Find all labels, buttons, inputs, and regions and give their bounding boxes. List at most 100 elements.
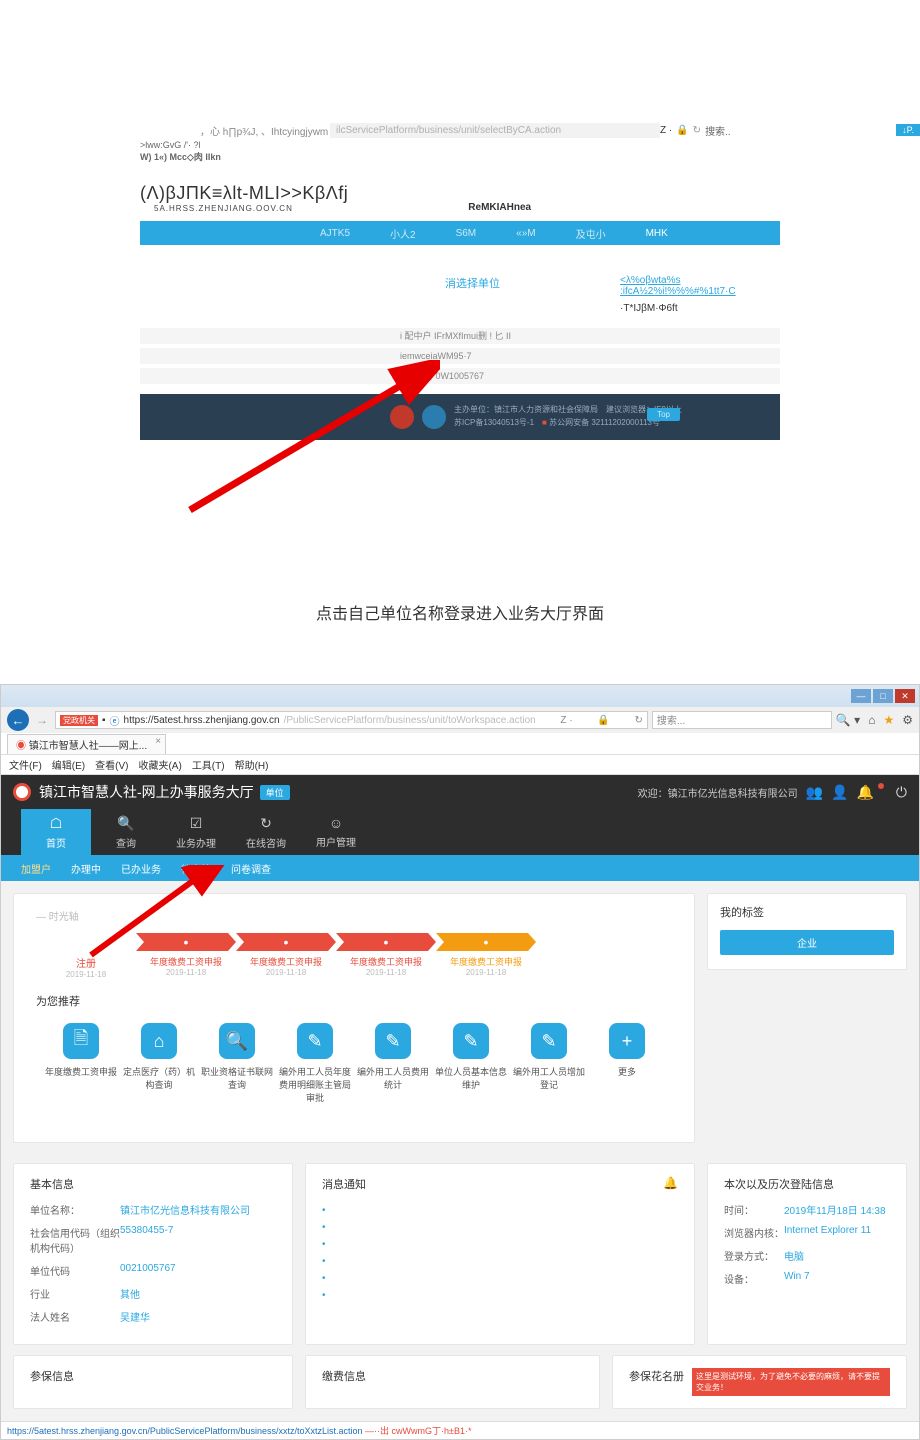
- forward-button[interactable]: →: [33, 711, 51, 729]
- tag-button[interactable]: 企业: [720, 930, 894, 955]
- nav-item[interactable]: MHK: [646, 228, 668, 239]
- bell-icon[interactable]: 🔔: [856, 784, 873, 801]
- favorites-icon[interactable]: ★: [883, 713, 894, 727]
- gov-badge: 党政机关: [60, 715, 98, 726]
- cert-icon: ▪: [102, 715, 106, 726]
- service-item[interactable]: 🔍职业资格证书联网查询: [200, 1023, 274, 1104]
- nav-consult[interactable]: ↻在线咨询: [231, 809, 301, 855]
- value: 吴建华: [120, 1309, 150, 1324]
- value: 55380455-7: [120, 1225, 173, 1255]
- refresh-icon[interactable]: ↻: [693, 125, 701, 136]
- edit-icon: ✎: [375, 1023, 411, 1059]
- menu-item[interactable]: 帮助(H): [235, 757, 269, 772]
- nav-business[interactable]: ☑业务办理: [161, 809, 231, 855]
- window-titlebar: — □ ✕: [1, 685, 919, 707]
- service-item[interactable]: ✎单位人员基本信息维护: [434, 1023, 508, 1104]
- search-icon[interactable]: 🔍 ▾: [836, 713, 860, 727]
- value: 2019年11月18日 14:38: [784, 1202, 886, 1217]
- label: 浏览器内核：: [724, 1225, 784, 1240]
- label: 单位代码: [30, 1263, 120, 1278]
- notice-item[interactable]: [322, 1219, 678, 1236]
- search-prefix: Z ·: [660, 125, 672, 136]
- recommend-title: 为您推荐: [36, 993, 96, 1009]
- unit-tag: 单位: [260, 785, 290, 800]
- page-title: 镇江市智慧人社-网上办事服务大厅: [39, 782, 254, 802]
- subnav-item[interactable]: 加盟户: [21, 861, 51, 876]
- bell-icon[interactable]: 🔔: [663, 1176, 678, 1190]
- browser-tab[interactable]: ◉ 镇江市智慧人社——网上...: [7, 734, 166, 754]
- home-icon[interactable]: ⌂: [868, 713, 875, 727]
- notice-item[interactable]: [322, 1270, 678, 1287]
- label: 设备：: [724, 1271, 784, 1286]
- window-controls[interactable]: ↓P.: [896, 124, 920, 136]
- menu-bar: 文件(F) 编辑(E) 查看(V) 收藏夹(A) 工具(T) 帮助(H): [1, 755, 919, 775]
- menu-item[interactable]: 文件(F): [9, 757, 42, 772]
- notice-item[interactable]: [322, 1253, 678, 1270]
- welcome-text: 欢迎：镇江市亿光信息科技有限公司: [638, 785, 798, 800]
- side-link[interactable]: <λ%oβwta%s :ifcA½2%i!%%%#%1tt7·C: [620, 275, 736, 297]
- nav-item[interactable]: S6M: [456, 228, 477, 239]
- label: 社会信用代码（组织机构代码）: [30, 1225, 120, 1255]
- service-more[interactable]: +更多: [590, 1023, 664, 1104]
- value: Win 7: [784, 1271, 810, 1286]
- nav-item[interactable]: AJTK5: [320, 228, 350, 239]
- timeline-step[interactable]: 年度缴费工资申报2019-11-18: [336, 933, 436, 979]
- address-bar[interactable]: ilcServicePlatform/business/unit/selectB…: [330, 123, 660, 138]
- service-item[interactable]: ✎编外用工人员年度费用明细账主管局审批: [278, 1023, 352, 1104]
- cert-icon: 🔍: [219, 1023, 255, 1059]
- refresh-icon[interactable]: ↻: [635, 715, 643, 726]
- notice-title: 消息通知🔔: [322, 1176, 678, 1192]
- unit-row[interactable]: i 配中户 IFrMXfImui删 ! 匕 II: [140, 328, 780, 344]
- chat-icon: ↻: [260, 815, 272, 832]
- label: 单位名称：: [30, 1202, 120, 1217]
- menu-item[interactable]: 查看(V): [95, 757, 128, 772]
- value: Internet Explorer 11: [784, 1225, 871, 1240]
- instruction-caption: 点击自己单位名称登录进入业务大厅界面: [0, 600, 920, 624]
- power-icon[interactable]: ⏻: [896, 784, 907, 801]
- nav-item[interactable]: 及屯小: [576, 226, 606, 241]
- service-item[interactable]: ✎编外用工人员增加登记: [512, 1023, 586, 1104]
- hospital-icon: ⌂: [141, 1023, 177, 1059]
- service-item[interactable]: ⌂定点医疗（药）机构查询: [122, 1023, 196, 1104]
- back-button[interactable]: ←: [7, 709, 29, 731]
- notice-item[interactable]: [322, 1287, 678, 1304]
- service-item[interactable]: 🗎年度缴费工资申报: [44, 1023, 118, 1104]
- menu-item[interactable]: 收藏夹(A): [138, 757, 181, 772]
- nav-item[interactable]: «»M: [516, 228, 535, 239]
- menu-item[interactable]: 编辑(E): [52, 757, 85, 772]
- value: 0021005767: [120, 1263, 176, 1278]
- search-prefix: Z ·: [560, 715, 572, 726]
- search-box[interactable]: 搜索..: [705, 123, 731, 138]
- basic-info-title: 基本信息: [30, 1176, 276, 1192]
- garbled-text: ，心 h∏p¾J, 、Ihtcyingjywm: [0, 123, 330, 138]
- menu-item[interactable]: 工具(T): [192, 757, 225, 772]
- nav-user[interactable]: ☺用户管理: [301, 809, 371, 855]
- user-icon[interactable]: 👤: [831, 784, 848, 801]
- service-item[interactable]: ✎编外用工人员费用统计: [356, 1023, 430, 1104]
- user-group-icon[interactable]: 👥: [806, 784, 823, 801]
- search-box[interactable]: 搜索...: [652, 711, 832, 729]
- tab-icon: ◉: [16, 741, 26, 752]
- site-logo: (Λ)βJΠK≡λlt-MLI>>KβΛfj 5A.HRSS.ZHENJIANG…: [140, 183, 348, 213]
- notice-item[interactable]: [322, 1236, 678, 1253]
- nav-home[interactable]: ☖首页: [21, 809, 91, 855]
- close-button[interactable]: ✕: [895, 689, 915, 703]
- login-link[interactable]: ReMKIAHnea: [468, 202, 531, 213]
- doc-icon: 🗎: [63, 1023, 99, 1059]
- top-button[interactable]: Top: [647, 408, 680, 421]
- minimize-button[interactable]: —: [851, 689, 871, 703]
- label: 法人姓名: [30, 1309, 120, 1324]
- label: 行业: [30, 1286, 120, 1301]
- nav-item[interactable]: 小人2: [390, 226, 416, 241]
- nav-query[interactable]: 🔍查询: [91, 809, 161, 855]
- timeline-step[interactable]: 年度缴费工资申报2019-11-18: [436, 933, 536, 979]
- garbled-text: >lww:GvG /'· ?l: [0, 140, 920, 150]
- notice-item[interactable]: [322, 1202, 678, 1219]
- maximize-button[interactable]: □: [873, 689, 893, 703]
- side-text: ·T*IJβM·Φ6ft: [620, 303, 780, 314]
- gear-icon[interactable]: ⚙: [902, 713, 913, 727]
- address-bar[interactable]: 党政机关 ▪ ⓔ https://5atest.hrss.zhenjiang.g…: [55, 711, 648, 729]
- timeline-step[interactable]: 年度缴费工资申报2019-11-18: [236, 933, 336, 979]
- user-icon: ☺: [329, 815, 343, 831]
- ie-icon: ⓔ: [110, 713, 120, 728]
